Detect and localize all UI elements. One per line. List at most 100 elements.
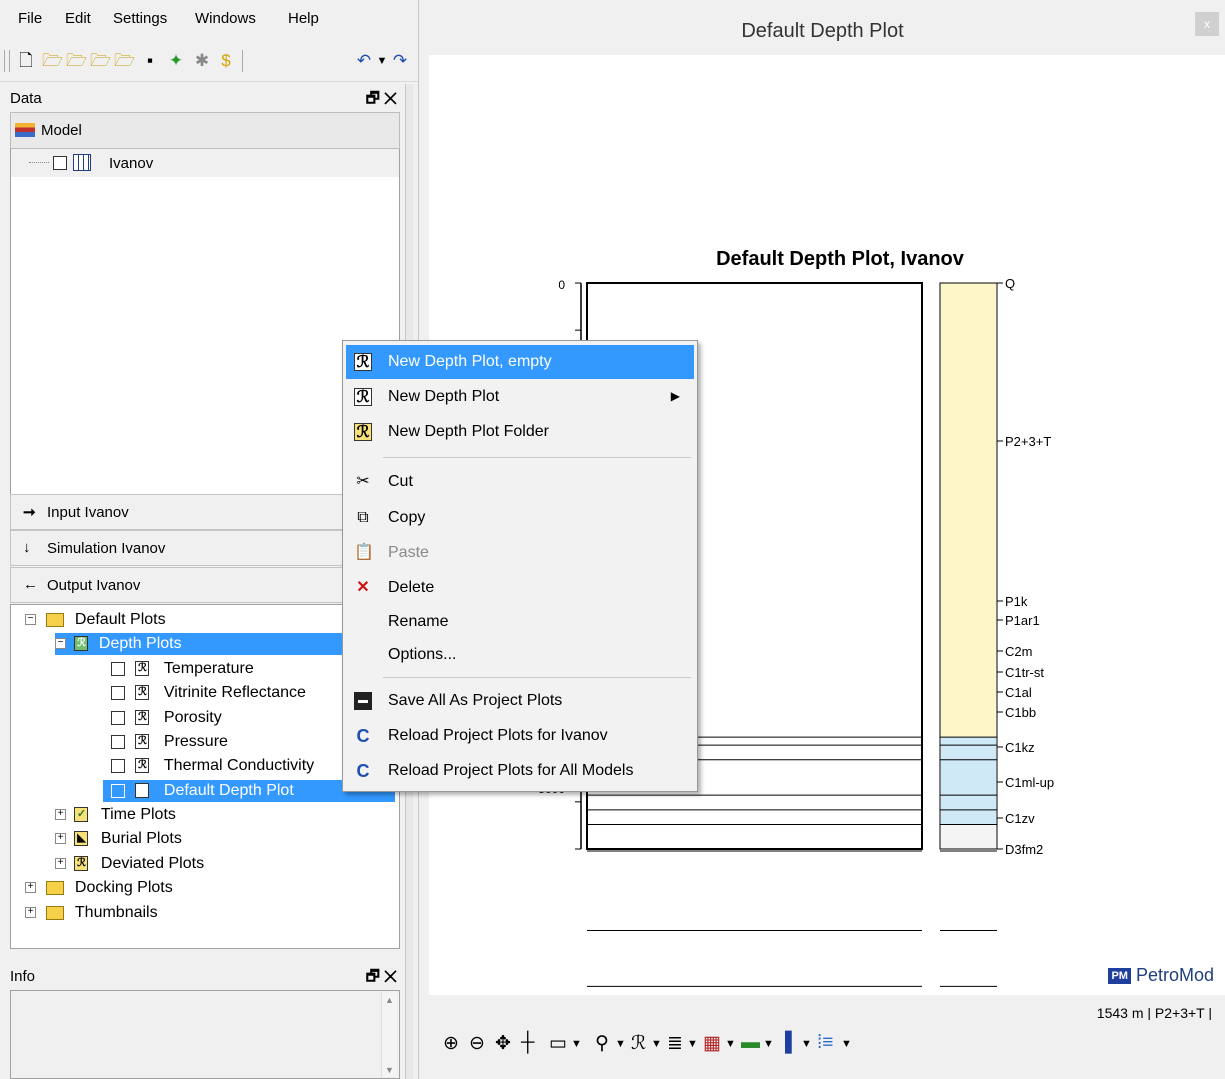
expand-icon[interactable]: + [55,858,66,870]
pressure-checkbox[interactable] [111,734,125,749]
tree-depth-plots[interactable]: − ℛ Depth Plots [55,633,351,655]
layer-label: C1ml-up [1005,775,1054,790]
undo-dropdown-icon[interactable]: ▼ [372,50,392,72]
depth-plot-icon: ℛ [135,710,150,726]
thermal-checkbox[interactable] [111,758,125,773]
layers-dropdown-icon[interactable]: ▼ [725,1038,736,1050]
porosity-checkbox[interactable] [111,710,125,725]
menu-new-depth-plot-empty[interactable]: ℛ New Depth Plot, empty [346,345,694,379]
settings-wrench-icon[interactable]: ⚲ [595,1032,609,1055]
info-scrollbar[interactable]: ▲ ▼ [381,993,397,1077]
menu-settings[interactable]: Settings [113,10,167,27]
tree-item-vitrinite[interactable]: ℛ Vitrinite Reflectance [111,682,306,704]
lines-dropdown-icon[interactable]: ▼ [687,1038,698,1050]
tree-thumbnails[interactable]: + Thumbnails [25,902,158,924]
wand-icon[interactable]: ✦ [166,50,186,72]
lines-icon[interactable]: ≣ [667,1032,683,1055]
crosshair-icon[interactable]: ┼ [521,1032,534,1054]
scroll-down-icon[interactable]: ▼ [385,1065,394,1075]
redo-icon[interactable]: ↷ [390,50,410,72]
menu-reload-ivanov[interactable]: C Reload Project Plots for Ivanov [346,719,694,753]
time-plots-label: Time Plots [100,806,176,823]
tree-deviated-plots[interactable]: + ℛ Deviated Plots [55,853,204,875]
open-1d-icon[interactable]: 🗁 [66,50,87,72]
tree-docking-plots[interactable]: + Docking Plots [25,877,173,899]
expand-icon[interactable]: + [25,882,36,894]
menu-item-label: Reload Project Plots for All Models [388,762,634,779]
plot-toolbar: ⊕ ⊖ ✥ ┼ ▭ ▼ ⚲ ▼ ℛ ▼ ≣ ▼ ▦ ▼ ▬ ▼ ▌ ▼ ⁞≡ ▼ [429,1020,1225,1070]
legend-dropdown-icon[interactable]: ▼ [841,1038,852,1050]
menu-paste[interactable]: 📋 Paste [346,536,694,570]
menu-separator [383,457,691,458]
tree-item-thermal-conductivity[interactable]: ℛ Thermal Conductivity [111,755,314,777]
plot-dropdown-icon[interactable]: ▼ [651,1038,662,1050]
color-scale-icon[interactable]: ▬ [741,1032,760,1054]
tree-time-plots[interactable]: + ✓ Time Plots [55,804,176,826]
info-panel-controls[interactable]: 🗗 ✕ [366,966,397,991]
left-arrow-icon: ← [23,576,38,593]
tree-default-plots[interactable]: − Default Plots [25,609,166,631]
model-tab[interactable]: Model [10,112,400,149]
collapse-icon[interactable]: − [25,614,36,626]
collapse-icon[interactable]: − [55,638,66,650]
new-document-icon[interactable]: 🗋 [16,50,36,72]
strat-layer [941,283,996,738]
layer-label: C2m [1005,644,1032,659]
expand-icon[interactable]: + [25,907,36,919]
tree-item-temperature[interactable]: ℛ Temperature [111,658,254,680]
dollar-icon[interactable]: $ [216,50,236,72]
well-dropdown-icon[interactable]: ▼ [801,1038,812,1050]
vitrinite-checkbox[interactable] [111,685,125,700]
tree-item-pressure[interactable]: ℛ Pressure [111,731,228,753]
zoom-in-icon[interactable]: ⊕ [443,1032,459,1055]
menu-copy[interactable]: ⧉ Copy [346,501,694,535]
menu-edit[interactable]: Edit [65,10,91,27]
wrench-dropdown-icon[interactable]: ▼ [615,1038,626,1050]
depth-plot-icon: ℛ [135,783,150,799]
time-plot-icon: ✓ [74,807,89,823]
input-ivanov-label: Input Ivanov [47,504,129,521]
depth-plot-icon: ℛ [354,353,372,371]
expand-icon[interactable]: + [55,809,66,821]
menu-options[interactable]: Options... [346,638,694,672]
undo-icon[interactable]: ↶ [354,50,374,72]
layers-pattern-icon[interactable]: ▦ [703,1032,721,1055]
window-close-button[interactable]: x [1195,12,1219,36]
tree-item-ivanov[interactable]: Ivanov [11,149,399,177]
menu-delete[interactable]: ✕ Delete [346,571,694,605]
toolbar: 🗋 🗁 🗁 🗁 🗁 ▪ ✦ ✱ $ ↶ ▼ ↷ [0,38,418,82]
legend-icon[interactable]: ⁞≡ [817,1032,833,1054]
pan-icon[interactable]: ✥ [495,1032,511,1055]
menu-cut[interactable]: ✂ Cut [346,465,694,499]
menu-help[interactable]: Help [288,10,319,27]
open-2d-icon[interactable]: 🗁 [90,50,111,72]
well-column-icon[interactable]: ▌ [785,1032,798,1054]
temperature-checkbox[interactable] [111,661,125,676]
save-icon[interactable]: ▪ [140,50,160,72]
data-panel-controls[interactable]: 🗗 ✕ [366,88,397,113]
menu-file[interactable]: File [18,10,42,27]
menu-reload-all[interactable]: C Reload Project Plots for All Models [346,754,694,788]
open-folder-icon[interactable]: 🗁 [42,50,63,72]
menu-new-depth-plot[interactable]: ℛ New Depth Plot ▶ [346,380,694,414]
menu-new-depth-plot-folder[interactable]: ℛ New Depth Plot Folder [346,415,694,449]
menu-save-all[interactable]: ▬ Save All As Project Plots [346,684,694,718]
tree-item-porosity[interactable]: ℛ Porosity [111,707,222,729]
open-3d-icon[interactable]: 🗁 [114,50,135,72]
default-depth-plot-checkbox[interactable] [111,783,125,798]
menu-rename[interactable]: Rename [346,605,694,639]
zoom-out-icon[interactable]: ⊖ [469,1032,485,1055]
runner-icon[interactable]: ✱ [192,50,212,72]
rect-dropdown-icon[interactable]: ▼ [571,1038,582,1050]
depth-plot-type-icon[interactable]: ℛ [631,1032,646,1055]
color-dropdown-icon[interactable]: ▼ [763,1038,774,1050]
expand-icon[interactable]: + [55,833,66,845]
ivanov-checkbox[interactable] [53,156,67,170]
rectangle-select-icon[interactable]: ▭ [549,1032,567,1055]
menu-windows[interactable]: Windows [195,10,256,27]
scroll-up-icon[interactable]: ▲ [385,995,394,1005]
default-depth-plot-label: Default Depth Plot [163,782,294,799]
ivanov-label: Ivanov [109,155,154,172]
menu-item-label: New Depth Plot Folder [388,423,549,440]
tree-burial-plots[interactable]: + ◣ Burial Plots [55,828,182,850]
